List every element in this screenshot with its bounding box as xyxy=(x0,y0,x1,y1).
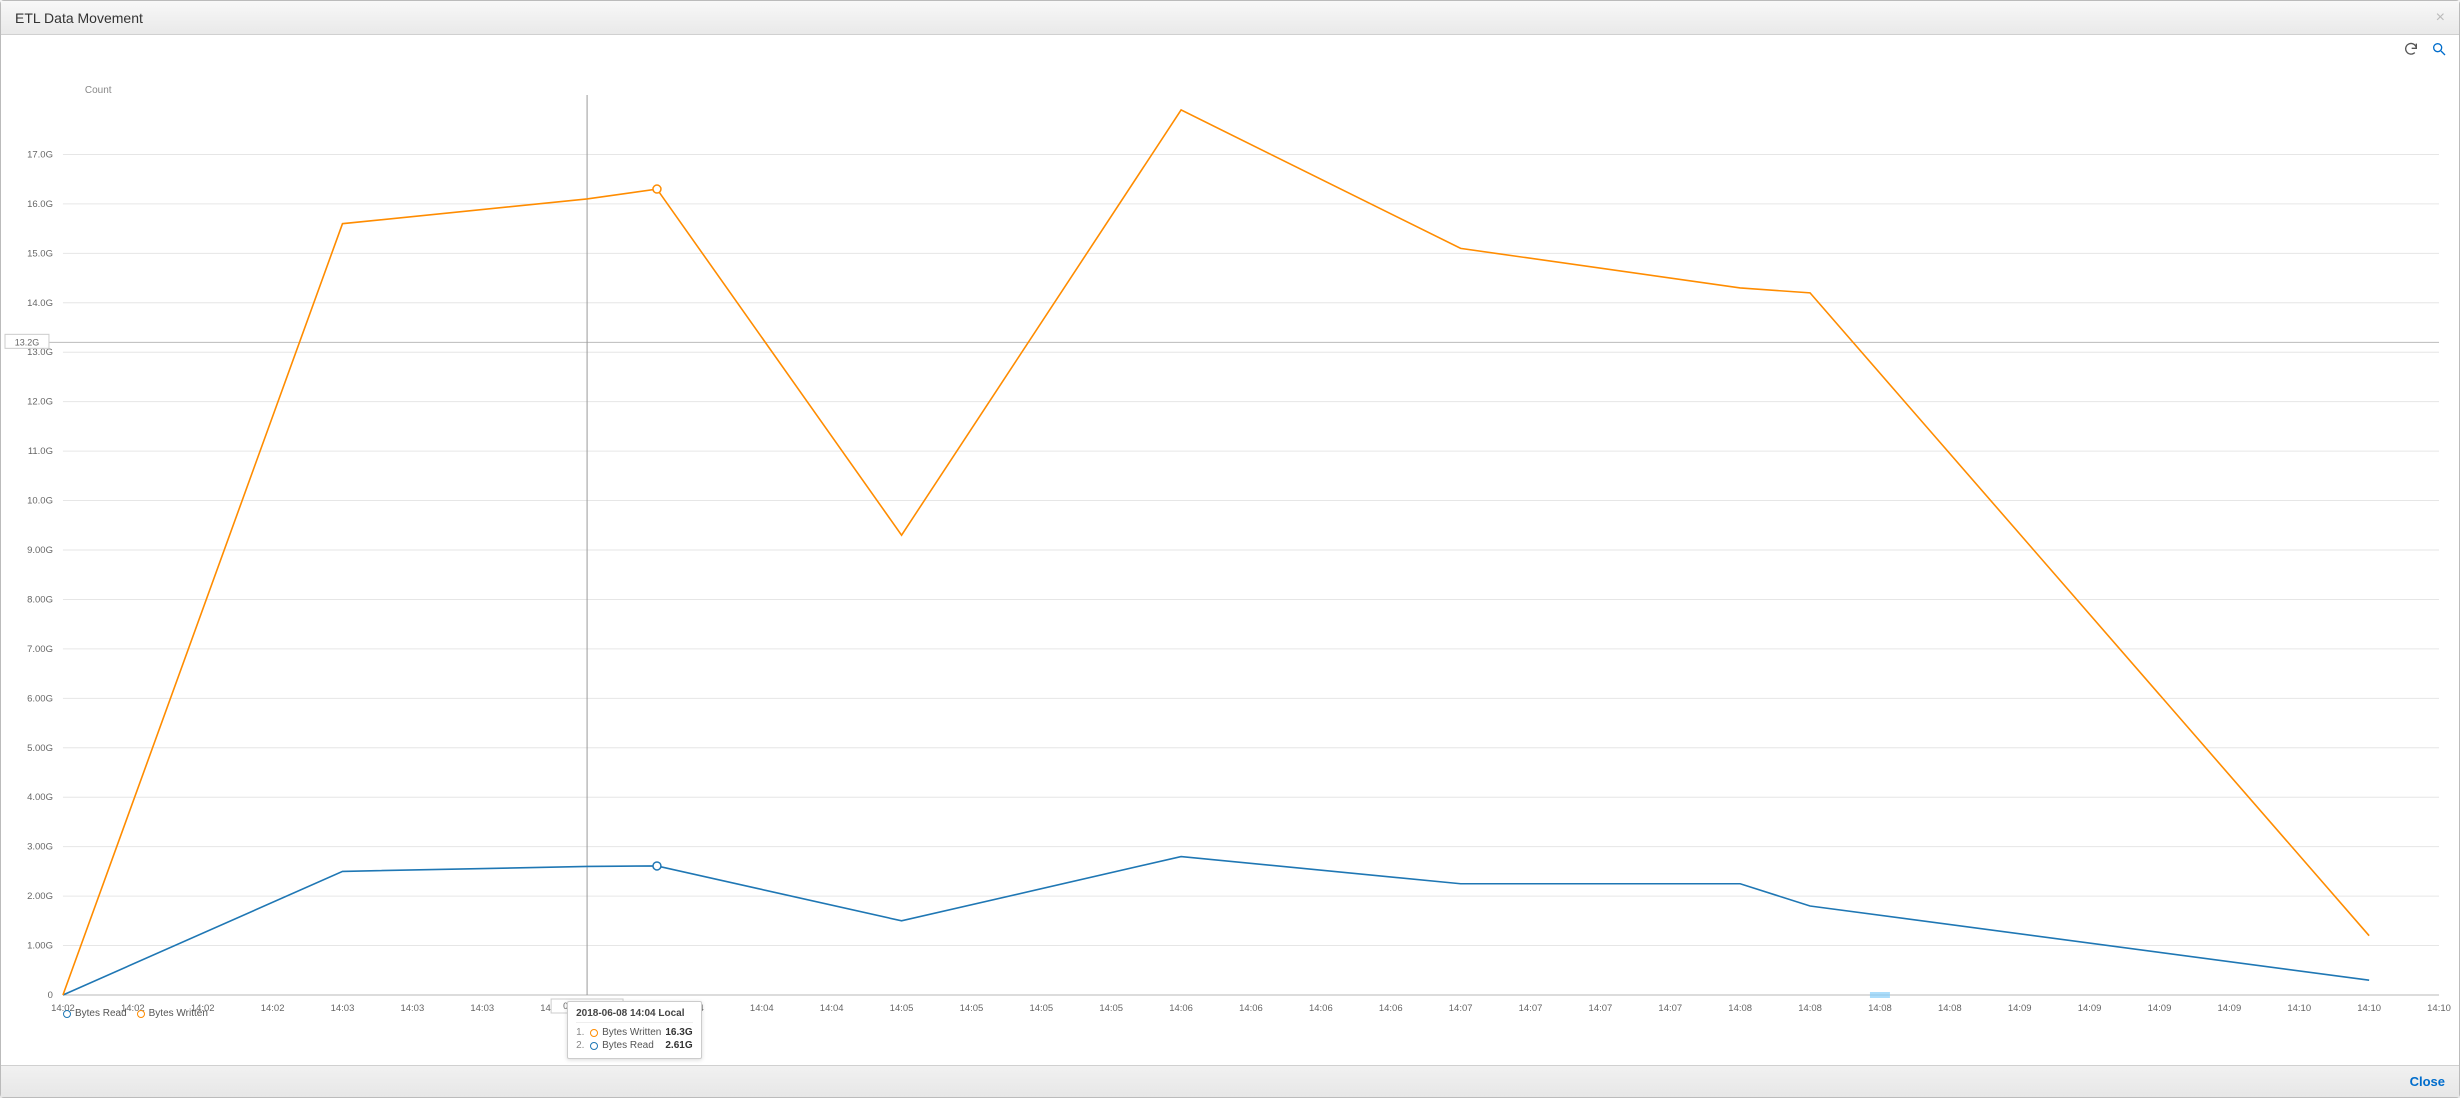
svg-text:9.00G: 9.00G xyxy=(27,545,53,556)
chart-area[interactable]: 0 1.00G 2.00G 3.00G 4.00G 5.00G 6.00G 7.00G 8.00… xyxy=(1,35,2459,1065)
tooltip-series-name: Bytes Written xyxy=(602,1027,661,1038)
svg-text:14:05: 14:05 xyxy=(960,1003,984,1014)
svg-text:2.00G: 2.00G xyxy=(27,891,53,902)
svg-text:14:03: 14:03 xyxy=(331,1003,355,1014)
svg-text:14:06: 14:06 xyxy=(1379,1003,1403,1014)
tooltip-idx: 1. xyxy=(576,1027,586,1038)
svg-text:0: 0 xyxy=(48,990,53,1001)
close-button[interactable]: Close xyxy=(2410,1074,2445,1089)
svg-text:8.00G: 8.00G xyxy=(27,594,53,605)
svg-text:5.00G: 5.00G xyxy=(27,743,53,754)
svg-text:14:10: 14:10 xyxy=(2357,1003,2381,1014)
svg-text:14:05: 14:05 xyxy=(1029,1003,1053,1014)
legend: Bytes Read Bytes Written xyxy=(63,1008,208,1019)
svg-text:14:04: 14:04 xyxy=(820,1003,844,1014)
modal-body: 0 1.00G 2.00G 3.00G 4.00G 5.00G 6.00G 7.00G 8.00… xyxy=(1,35,2459,1065)
svg-text:14:07: 14:07 xyxy=(1658,1003,1682,1014)
legend-label: Bytes Read xyxy=(75,1008,127,1019)
svg-text:16.0G: 16.0G xyxy=(27,199,53,210)
svg-text:14:10: 14:10 xyxy=(2427,1003,2451,1014)
svg-text:14:07: 14:07 xyxy=(1449,1003,1473,1014)
svg-text:14:09: 14:09 xyxy=(2078,1003,2102,1014)
svg-text:1.00G: 1.00G xyxy=(27,941,53,952)
tooltip-title: 2018-06-08 14:04 Local xyxy=(576,1008,693,1023)
tooltip-row: 1. Bytes Written 16.3G xyxy=(576,1026,693,1039)
tooltip-series-value: 16.3G xyxy=(665,1027,692,1038)
svg-text:4.00G: 4.00G xyxy=(27,792,53,803)
svg-text:Count: Count xyxy=(85,85,112,96)
svg-text:7.00G: 7.00G xyxy=(27,644,53,655)
svg-text:14.0G: 14.0G xyxy=(27,298,53,309)
chart-svg[interactable]: 0 1.00G 2.00G 3.00G 4.00G 5.00G 6.00G 7.00G 8.00… xyxy=(1,35,2459,1065)
modal-footer: Close xyxy=(1,1065,2459,1097)
legend-swatch xyxy=(63,1010,71,1018)
svg-text:14:06: 14:06 xyxy=(1169,1003,1193,1014)
svg-text:14:03: 14:03 xyxy=(470,1003,494,1014)
modal-dialog: ETL Data Movement × 0 1.00G 2.00G 3.00G 4.00… xyxy=(0,0,2460,1098)
svg-text:11.0G: 11.0G xyxy=(28,446,53,457)
legend-label: Bytes Written xyxy=(149,1008,208,1019)
modal-title: ETL Data Movement xyxy=(15,10,2436,26)
svg-text:13.2G: 13.2G xyxy=(15,337,39,347)
svg-text:14:08: 14:08 xyxy=(1798,1003,1822,1014)
svg-text:14:04: 14:04 xyxy=(750,1003,774,1014)
svg-text:15.0G: 15.0G xyxy=(27,248,53,259)
tooltip: 2018-06-08 14:04 Local 1. Bytes Written 16… xyxy=(567,1001,702,1059)
svg-text:14:07: 14:07 xyxy=(1519,1003,1543,1014)
svg-text:13.0G: 13.0G xyxy=(27,347,53,358)
svg-text:14:07: 14:07 xyxy=(1589,1003,1613,1014)
svg-text:14:09: 14:09 xyxy=(2148,1003,2172,1014)
svg-text:14:10: 14:10 xyxy=(2287,1003,2311,1014)
svg-text:14:08: 14:08 xyxy=(1868,1003,1892,1014)
svg-text:12.0G: 12.0G xyxy=(27,397,53,408)
tooltip-row: 2. Bytes Read 2.61G xyxy=(576,1039,693,1052)
legend-item[interactable]: Bytes Read xyxy=(63,1008,127,1019)
tooltip-swatch xyxy=(590,1042,598,1050)
svg-text:14:09: 14:09 xyxy=(2218,1003,2242,1014)
legend-swatch xyxy=(137,1010,145,1018)
tooltip-series-value: 2.61G xyxy=(665,1040,692,1051)
svg-text:14:06: 14:06 xyxy=(1239,1003,1263,1014)
svg-text:6.00G: 6.00G xyxy=(27,693,53,704)
svg-text:3.00G: 3.00G xyxy=(27,842,53,853)
svg-text:17.0G: 17.0G xyxy=(27,149,53,160)
legend-item[interactable]: Bytes Written xyxy=(137,1008,208,1019)
svg-text:10.0G: 10.0G xyxy=(27,496,53,507)
svg-text:14:03: 14:03 xyxy=(401,1003,425,1014)
svg-text:14:08: 14:08 xyxy=(1728,1003,1752,1014)
svg-text:14:09: 14:09 xyxy=(2008,1003,2032,1014)
tooltip-series-name: Bytes Read xyxy=(602,1040,661,1051)
svg-text:14:06: 14:06 xyxy=(1309,1003,1333,1014)
svg-text:14:05: 14:05 xyxy=(1099,1003,1123,1014)
svg-text:14:05: 14:05 xyxy=(890,1003,914,1014)
close-icon[interactable]: × xyxy=(2436,9,2445,27)
svg-text:14:02: 14:02 xyxy=(261,1003,285,1014)
tooltip-idx: 2. xyxy=(576,1040,586,1051)
modal-header: ETL Data Movement × xyxy=(1,1,2459,35)
tooltip-swatch xyxy=(590,1029,598,1037)
svg-text:14:08: 14:08 xyxy=(1938,1003,1962,1014)
